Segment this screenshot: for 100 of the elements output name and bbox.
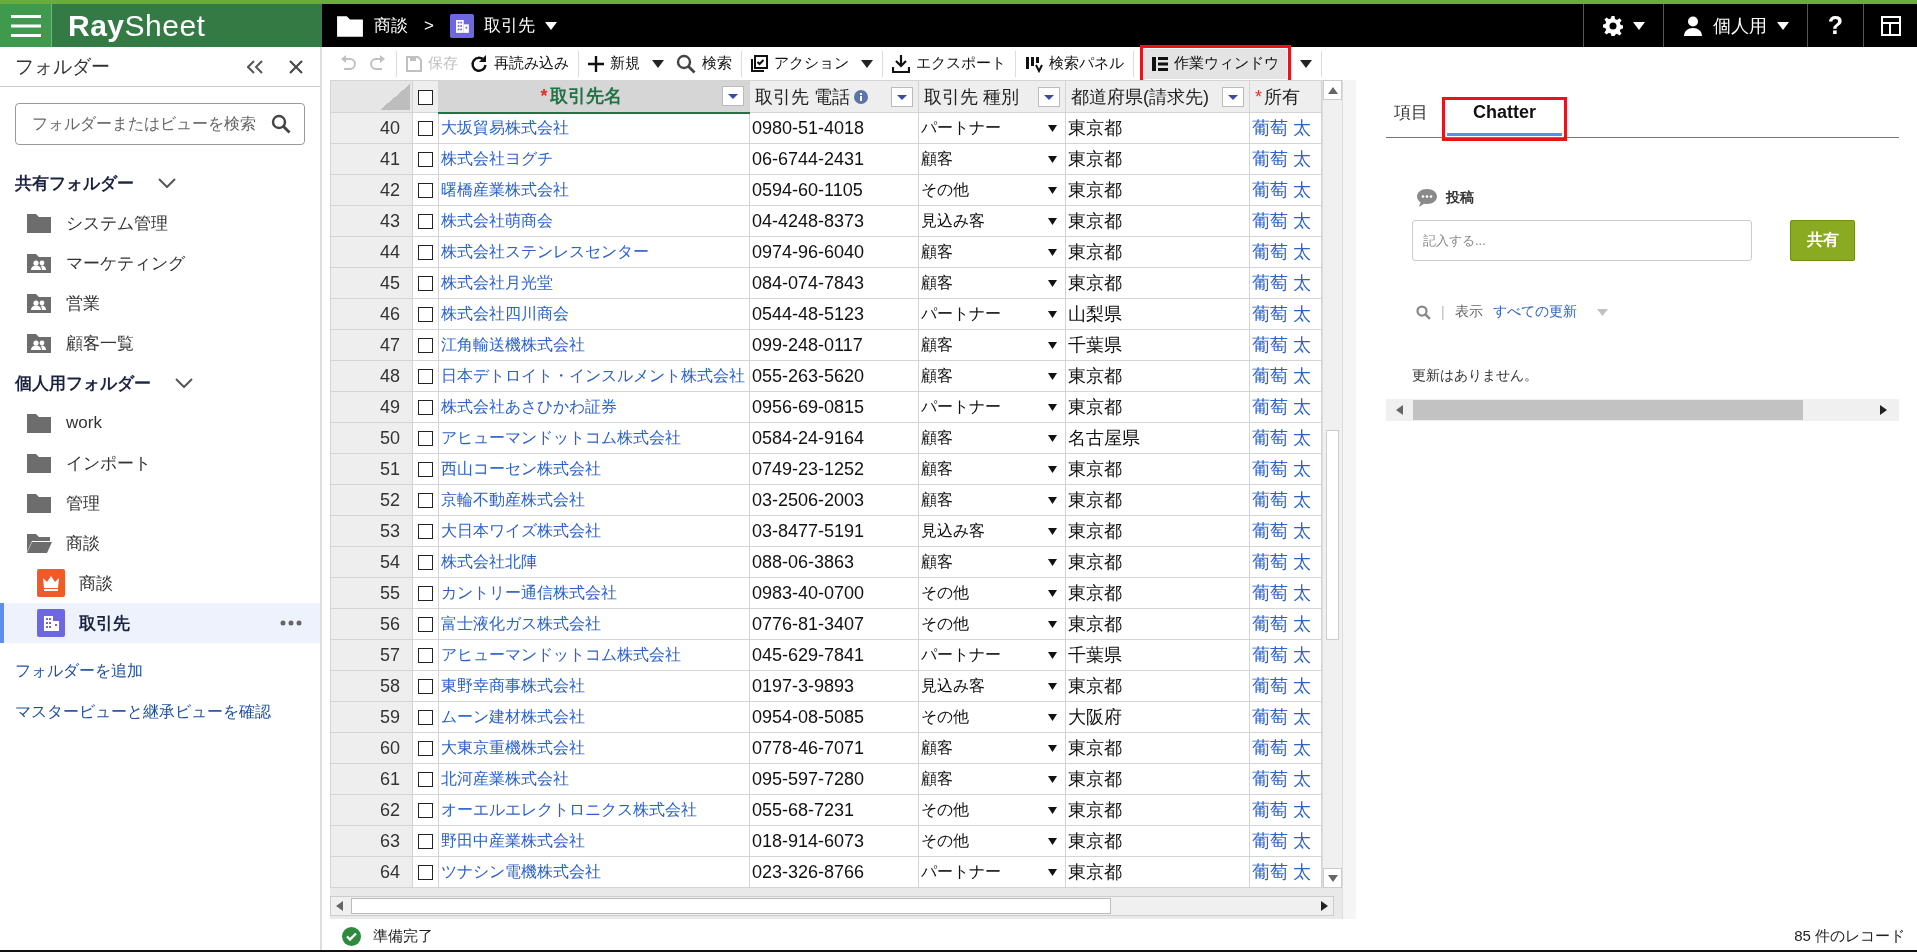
dropdown-button[interactable] xyxy=(1222,86,1244,107)
post-field[interactable]: 記入する... xyxy=(1412,220,1752,261)
row-checkbox[interactable] xyxy=(418,586,433,602)
dropdown-arrow-icon[interactable] xyxy=(1048,868,1057,876)
dropdown-arrow-icon[interactable] xyxy=(1048,589,1057,597)
row-checkbox[interactable] xyxy=(418,400,433,416)
row-checkbox[interactable] xyxy=(418,679,433,695)
sidebar-item[interactable]: 管理 xyxy=(0,483,320,523)
row-checkbox[interactable] xyxy=(418,183,433,199)
row-checkbox[interactable] xyxy=(418,245,433,261)
dropdown-arrow-icon[interactable] xyxy=(1048,558,1057,566)
dropdown-button[interactable] xyxy=(891,86,913,107)
splitter-handle[interactable] xyxy=(1342,80,1356,919)
dropdown-arrow-icon[interactable] xyxy=(1048,837,1057,845)
link[interactable]: 株式会社北陣 xyxy=(441,553,537,570)
breadcrumb-item[interactable]: 取引先 xyxy=(449,13,557,38)
row-checkbox[interactable] xyxy=(418,617,433,633)
sidebar-item[interactable]: work xyxy=(0,403,320,443)
sidebar-item[interactable]: インポート xyxy=(0,443,320,483)
dropdown-arrow-icon[interactable] xyxy=(1048,713,1057,721)
filter-link[interactable]: すべての更新 xyxy=(1492,303,1577,321)
sidebar-item[interactable]: システム管理 xyxy=(0,203,320,243)
dropdown-button[interactable] xyxy=(722,86,744,107)
dropdown-arrow-icon[interactable] xyxy=(1048,310,1057,318)
row-checkbox[interactable] xyxy=(418,369,433,385)
toolbar-button[interactable]: 新規 xyxy=(585,48,643,79)
dropdown-arrow-icon[interactable] xyxy=(1048,651,1057,659)
dropdown-arrow-icon[interactable] xyxy=(1048,465,1057,473)
corner-cell[interactable] xyxy=(330,80,413,113)
row-checkbox[interactable] xyxy=(418,865,433,881)
sidebar-item[interactable]: 顧客一覧 xyxy=(0,323,320,363)
dropdown-arrow-icon[interactable] xyxy=(1048,155,1057,163)
dropdown-arrow-icon[interactable] xyxy=(1048,217,1057,225)
toolbar-button[interactable]: 検索 xyxy=(673,48,735,79)
vertical-scrollbar[interactable] xyxy=(1322,80,1342,888)
row-checkbox[interactable] xyxy=(418,152,433,168)
menu-button[interactable] xyxy=(0,4,52,47)
row-checkbox[interactable] xyxy=(418,121,433,137)
row-checkbox[interactable] xyxy=(418,307,433,323)
info-icon[interactable] xyxy=(854,89,868,104)
search-field[interactable]: フォルダーまたはビューを検索 xyxy=(15,103,305,145)
dropdown-arrow-icon[interactable] xyxy=(1048,341,1057,349)
user-menu-button[interactable]: 個人用 xyxy=(1663,4,1807,47)
row-checkbox[interactable] xyxy=(418,772,433,788)
link[interactable]: フォルダーを追加 xyxy=(15,661,143,682)
row-checkbox[interactable] xyxy=(418,834,433,850)
search-icon[interactable] xyxy=(271,114,291,134)
dropdown-arrow-icon[interactable] xyxy=(1048,806,1057,814)
horizontal-scrollbar[interactable] xyxy=(330,896,1334,916)
section-header[interactable]: 個人用フォルダー xyxy=(0,363,320,403)
select-all-checkbox[interactable] xyxy=(418,89,433,105)
dropdown-arrow-icon[interactable] xyxy=(1048,434,1057,442)
row-checkbox[interactable] xyxy=(418,741,433,757)
row-checkbox[interactable] xyxy=(418,555,433,571)
dropdown-arrow-icon[interactable] xyxy=(1048,744,1057,752)
toolbar-button[interactable]: エクスポート xyxy=(889,48,1009,79)
scrollbar-thumb[interactable] xyxy=(351,898,1111,914)
row-checkbox[interactable] xyxy=(418,431,433,447)
row-checkbox[interactable] xyxy=(418,214,433,230)
section-header[interactable]: 共有フォルダー xyxy=(0,163,320,203)
sidebar-item[interactable]: 営業 xyxy=(0,283,320,323)
row-checkbox[interactable] xyxy=(418,493,433,509)
dropdown-arrow-icon[interactable] xyxy=(1048,186,1057,194)
dropdown-arrow-icon[interactable] xyxy=(1048,620,1057,628)
dropdown-arrow-icon[interactable] xyxy=(1048,124,1057,132)
dropdown-arrow-icon[interactable] xyxy=(1048,682,1057,690)
link[interactable]: 株式会社月光堂 xyxy=(441,274,553,291)
toolbar-button[interactable]: 作業ウィンドウ xyxy=(1144,48,1287,79)
toolbar-button[interactable]: アクション xyxy=(748,48,852,79)
row-checkbox[interactable] xyxy=(418,648,433,664)
dropdown-arrow-icon[interactable] xyxy=(1048,496,1057,504)
link[interactable]: 株式会社萌商会 xyxy=(441,212,553,229)
row-checkbox[interactable] xyxy=(418,338,433,354)
dropdown-arrow-icon[interactable] xyxy=(1048,403,1057,411)
more-icon[interactable] xyxy=(280,620,302,626)
scrollbar-thumb[interactable] xyxy=(1413,400,1803,420)
row-checkbox[interactable] xyxy=(418,276,433,292)
sidebar-item[interactable]: 商談 xyxy=(0,563,320,603)
dropdown-arrow-icon[interactable] xyxy=(1048,279,1057,287)
sidebar-item[interactable]: マーケティング xyxy=(0,243,320,283)
sidebar-item[interactable]: 商談 xyxy=(0,523,320,563)
help-button[interactable]: ? xyxy=(1807,4,1863,47)
toolbar-button[interactable]: 再読み込み xyxy=(467,48,572,79)
row-checkbox[interactable] xyxy=(418,524,433,540)
tab[interactable]: Chatter xyxy=(1447,100,1562,136)
toolbar-button[interactable]: 検索パネル xyxy=(1022,48,1127,79)
row-checkbox[interactable] xyxy=(418,710,433,726)
dropdown-arrow-icon[interactable] xyxy=(1048,775,1057,783)
row-checkbox[interactable] xyxy=(418,803,433,819)
sidebar-item[interactable]: 取引先 xyxy=(0,603,320,643)
horizontal-scrollbar[interactable] xyxy=(1386,399,1899,421)
dropdown-arrow-icon[interactable] xyxy=(1048,372,1057,380)
dropdown-arrow-icon[interactable] xyxy=(1048,527,1057,535)
link[interactable]: マスタービューと継承ビューを確認 xyxy=(15,702,271,723)
tab[interactable]: 項目 xyxy=(1386,101,1436,137)
link[interactable]: 株式会社ヨグチ xyxy=(441,150,553,167)
row-checkbox[interactable] xyxy=(418,462,433,478)
dropdown-arrow-icon[interactable] xyxy=(1048,248,1057,256)
dropdown-button[interactable] xyxy=(1038,86,1060,107)
breadcrumb-item[interactable]: 商談 xyxy=(336,13,408,38)
